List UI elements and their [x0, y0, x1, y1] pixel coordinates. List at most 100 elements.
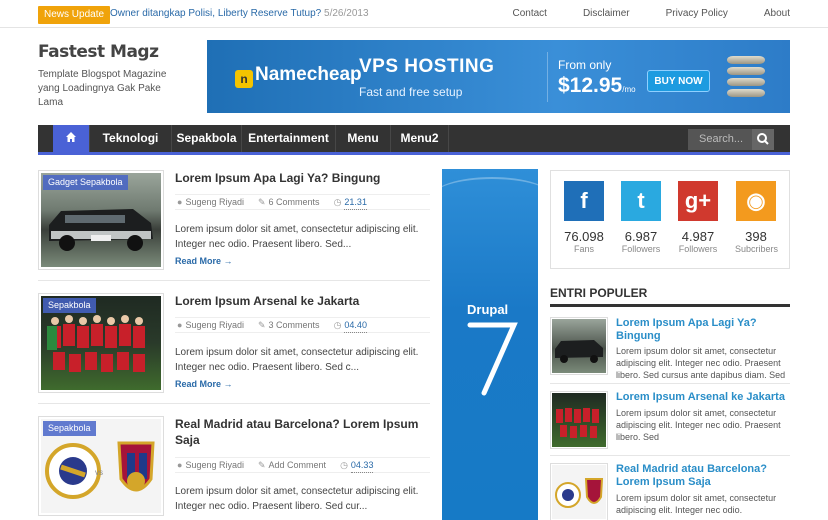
namecheap-logo-text: Namecheap	[255, 64, 362, 85]
link-contact[interactable]: Contact	[512, 8, 546, 19]
post-excerpt: Lorem ipsum dolor sit amet, consectetur …	[175, 347, 419, 373]
nav-menu2[interactable]: Menu2	[391, 125, 449, 152]
post-comments[interactable]: 6 Comments	[269, 195, 320, 209]
post-author[interactable]: Sugeng Riyadi	[185, 318, 244, 332]
post-time: 04.33	[350, 458, 374, 473]
popular-title[interactable]: Real Madrid atau Barcelona? Lorem Ipsum …	[616, 463, 790, 489]
post-title[interactable]: Lorem Ipsum Apa Lagi Ya? Bingung	[175, 170, 430, 186]
popular-thumbnail[interactable]	[550, 391, 608, 449]
post-thumbnail[interactable]: Gadget Sepakbola	[38, 170, 164, 270]
news-ticker-date: 5/26/2013	[324, 8, 369, 19]
svg-text:vs: vs	[95, 468, 103, 477]
main-nav: Teknologi Sepakbola Entertainment Menu M…	[38, 125, 790, 155]
social-facebook[interactable]: f 76.098 Fans	[563, 181, 605, 254]
facebook-label: Fans	[573, 244, 594, 254]
banner-price: $12.95/mo	[558, 74, 636, 98]
user-icon: ●	[177, 460, 183, 470]
popular-divider	[550, 383, 790, 384]
twitter-label: Followers	[621, 244, 661, 254]
popular-item: Lorem Ipsum Apa Lagi Ya? Bingung Lorem i…	[550, 317, 790, 380]
club-crests-image	[555, 478, 604, 508]
clock-icon: ◷	[340, 460, 348, 470]
post-item: Sepakbola Lorem Ipsum Arsenal ke Jakarta…	[38, 293, 430, 393]
news-ticker[interactable]: Owner ditangkap Polisi, Liberty Reserve …	[110, 8, 369, 19]
facebook-count: 76.098	[564, 229, 604, 244]
post-comments[interactable]: 3 Comments	[269, 318, 320, 332]
post-thumbnail[interactable]: vs Sepakbola	[38, 416, 164, 516]
rss-icon[interactable]: ◉	[736, 181, 776, 221]
popular-item: Lorem Ipsum Arsenal ke Jakarta Lorem ips…	[550, 391, 790, 451]
news-ticker-headline[interactable]: Owner ditangkap Polisi, Liberty Reserve …	[110, 8, 321, 19]
search-icon	[757, 133, 769, 145]
banner-from: From only	[558, 58, 612, 72]
buy-now-button[interactable]: BUY NOW	[647, 70, 710, 92]
home-icon	[66, 132, 76, 142]
drupal-seven-graphic	[467, 322, 518, 396]
post-divider	[38, 403, 430, 404]
read-more-link[interactable]: Read More →	[175, 256, 233, 266]
post-comments[interactable]: Add Comment	[269, 458, 327, 472]
nav-sepakbola[interactable]: Sepakbola	[172, 125, 242, 152]
banner-price-value: $12.95	[558, 74, 623, 97]
googleplus-count: 4.987	[681, 229, 715, 244]
post-author[interactable]: Sugeng Riyadi	[185, 195, 244, 209]
post-meta: ● Sugeng Riyadi ✎ Add Comment ◷ 04.33	[175, 457, 430, 473]
nav-entertainment[interactable]: Entertainment	[242, 125, 336, 152]
post-divider	[38, 280, 430, 281]
popular-excerpt: Lorem ipsum dolor sit amet, consectetur …	[616, 408, 781, 442]
popular-title[interactable]: Lorem Ipsum Arsenal ke Jakarta	[616, 391, 790, 404]
top-bar: News Update Owner ditangkap Polisi, Libe…	[0, 0, 828, 28]
drupal-ad[interactable]: Drupal	[442, 169, 538, 520]
popular-divider	[550, 455, 790, 456]
post-meta: ● Sugeng Riyadi ✎ 3 Comments ◷ 04.40	[175, 317, 430, 333]
post-thumbnail[interactable]: Sepakbola	[38, 293, 164, 393]
nav-teknologi[interactable]: Teknologi	[90, 125, 172, 152]
rss-count: 398	[745, 229, 767, 244]
user-icon: ●	[177, 320, 183, 330]
link-about[interactable]: About	[764, 8, 790, 19]
link-privacy-policy[interactable]: Privacy Policy	[666, 8, 728, 19]
car-image	[555, 340, 603, 363]
post-title[interactable]: Real Madrid atau Barcelona? Lorem Ipsum …	[175, 416, 430, 448]
post-author[interactable]: Sugeng Riyadi	[185, 458, 244, 472]
post-item: Gadget Sepakbola Lorem Ipsum Apa Lagi Ya…	[38, 170, 430, 270]
nav-menu[interactable]: Menu	[336, 125, 391, 152]
popular-excerpt: Lorem ipsum dolor sit amet, consectetur …	[616, 493, 777, 515]
comment-icon: ✎	[257, 197, 266, 207]
post-category-tags[interactable]: Sepakbola	[43, 298, 96, 313]
popular-thumbnail[interactable]	[550, 463, 608, 520]
twitter-icon[interactable]: t	[621, 181, 661, 221]
nav-home[interactable]	[53, 125, 90, 152]
popular-item: Real Madrid atau Barcelona? Lorem Ipsum …	[550, 463, 790, 520]
post-title[interactable]: Lorem Ipsum Arsenal ke Jakarta	[175, 293, 430, 309]
post-time: 04.40	[344, 318, 367, 333]
search-button[interactable]	[752, 129, 774, 150]
googleplus-icon[interactable]: g+	[678, 181, 718, 221]
social-twitter[interactable]: t 6.987 Followers	[620, 181, 662, 254]
facebook-icon[interactable]: f	[564, 181, 604, 221]
googleplus-label: Followers	[678, 244, 718, 254]
read-more-link[interactable]: Read More →	[175, 379, 233, 389]
popular-title[interactable]: Lorem Ipsum Apa Lagi Ya? Bingung	[616, 317, 790, 343]
news-update-badge: News Update	[38, 6, 111, 24]
namecheap-banner-ad[interactable]: n Namecheap VPS HOSTING Fast and free set…	[207, 40, 790, 113]
post-item: vs Sepakbola Real Madrid atau Barcelona?…	[38, 416, 430, 520]
server-stack-icon	[727, 56, 765, 98]
social-counters: f 76.098 Fans t 6.987 Followers g+ 4.987…	[550, 170, 790, 269]
site-title[interactable]: Fastest Magz	[38, 42, 159, 62]
link-disclaimer[interactable]: Disclaimer	[583, 8, 630, 19]
twitter-count: 6.987	[624, 229, 658, 244]
post-category-tags[interactable]: Gadget Sepakbola	[43, 175, 128, 190]
popular-thumbnail[interactable]	[550, 317, 608, 375]
top-links: Contact Disclaimer Privacy Policy About	[476, 8, 790, 19]
team-photo-image	[556, 408, 599, 438]
comment-icon: ✎	[257, 460, 266, 470]
post-excerpt: Lorem ipsum dolor sit amet, consectetur …	[175, 486, 419, 512]
banner-price-period: /mo	[622, 85, 636, 94]
banner-subline: Fast and free setup	[359, 85, 463, 99]
social-googleplus[interactable]: g+ 4.987 Followers	[677, 181, 719, 254]
user-icon: ●	[177, 197, 183, 207]
social-rss[interactable]: ◉ 398 Subcribers	[735, 181, 778, 254]
post-category-tags[interactable]: Sepakbola	[43, 421, 96, 436]
clock-icon: ◷	[333, 197, 342, 207]
